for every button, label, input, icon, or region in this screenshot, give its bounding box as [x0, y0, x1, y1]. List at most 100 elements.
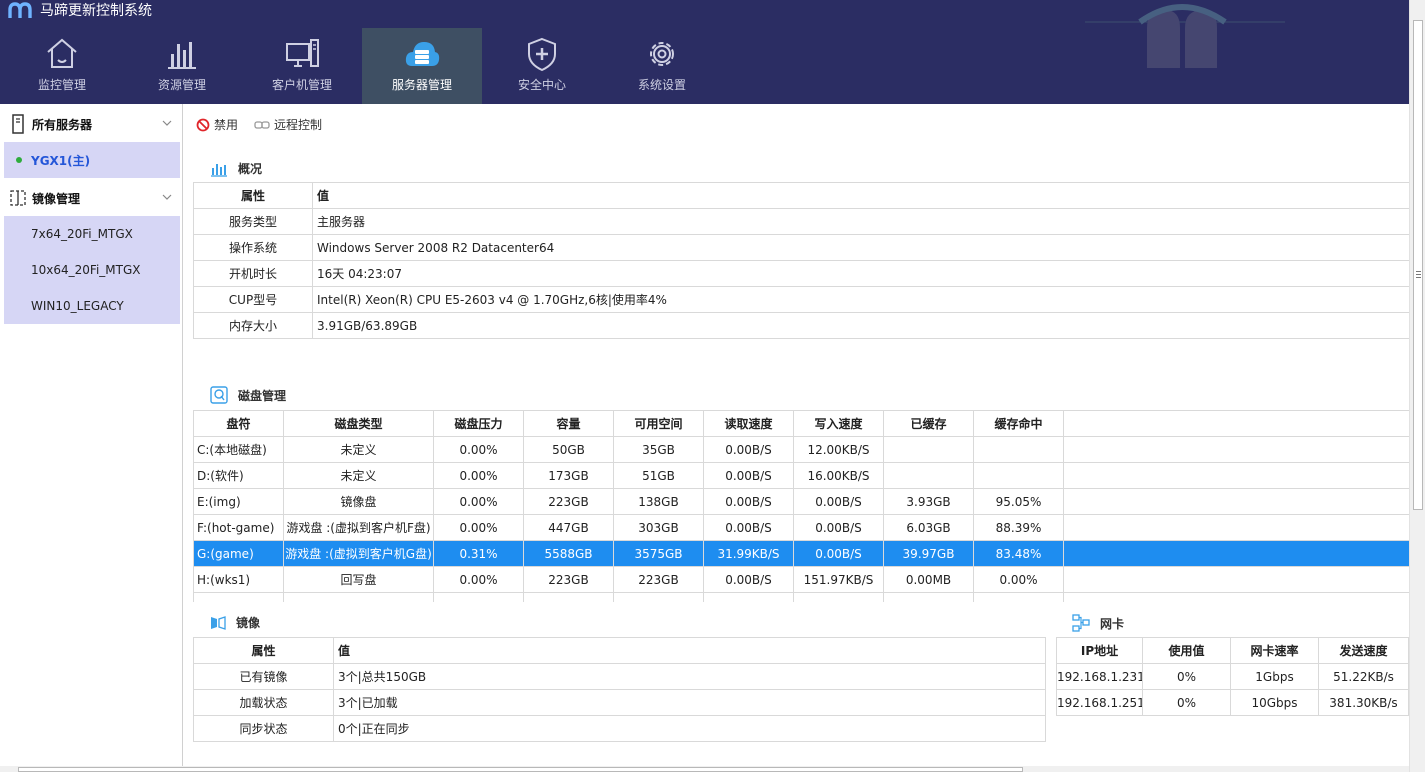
sidebar-item-server[interactable]: YGX1(主) [4, 142, 180, 178]
grip-line [1416, 277, 1421, 278]
table-row: CUP型号 Intel(R) Xeon(R) CPU E5-2603 v4 @ 1… [193, 286, 1410, 313]
nav-servers[interactable]: 服务器管理 [362, 28, 482, 104]
cell: 95.05% [973, 488, 1064, 515]
table-row[interactable]: E:(img) 镜像盘 0.00% 223GB 138GB 0.00B/S 0.00B/S 3… [193, 488, 1410, 515]
table-header-row: IP地址 使用值 网卡速率 发送速度 [1056, 637, 1409, 664]
header-cell: 使用值 [1142, 637, 1231, 664]
cell: 51GB [613, 462, 704, 489]
cell: 5588GB [523, 540, 614, 567]
cell: 0个|正在同步 [333, 715, 1046, 742]
cell: 88.39% [973, 514, 1064, 541]
chevron-down-icon[interactable] [162, 192, 172, 202]
header-cell[interactable]: 盘符 [193, 410, 284, 437]
gear-icon [650, 42, 674, 66]
cell: H:(wks1) [193, 566, 284, 593]
sidebar-item-image[interactable]: WIN10_LEGACY [4, 288, 180, 324]
disk-section-title: 磁盘管理 [210, 386, 286, 404]
header-cell[interactable]: 容量 [523, 410, 614, 437]
nav-security[interactable]: 安全中心 [482, 28, 602, 104]
cell: Windows Server 2008 R2 Datacenter64 [312, 234, 1410, 261]
header-cell[interactable]: 缓存命中 [973, 410, 1064, 437]
sidebar-group-servers[interactable]: 所有服务器 [0, 106, 182, 142]
cell [283, 592, 434, 602]
grip-line [1416, 271, 1421, 272]
table-row: 加载状态 3个|已加载 [193, 689, 1046, 716]
cell: 0.00% [973, 566, 1064, 593]
disk-table-viewport[interactable]: 盘符 磁盘类型 磁盘压力 容量 可用空间 读取速度 写入速度 已缓存 缓存命中 … [193, 410, 1410, 602]
nav-clients[interactable]: 客户机管理 [242, 28, 362, 104]
header-cell[interactable]: 写入速度 [793, 410, 884, 437]
cell: 0% [1142, 663, 1231, 690]
table-row-selected[interactable]: G:(game) 游戏盘 :(虚拟到客户机G盘) 0.31% 5588GB 3575GB… [193, 540, 1410, 567]
cell [1063, 514, 1410, 541]
background-decoration [1085, 4, 1285, 68]
cell: 303GB [613, 514, 704, 541]
sidebar-item-image[interactable]: 10x64_20Fi_MTGX [4, 252, 180, 288]
cell: 0.00B/S [793, 540, 884, 567]
cell: 151.97KB/S [793, 566, 884, 593]
sidebar-image-list: 7x64_20Fi_MTGX 10x64_20Fi_MTGX WIN10_LEG… [0, 216, 182, 324]
cell: 381.30KB/s [1318, 689, 1409, 716]
table-header-row: 属性 值 [193, 182, 1410, 209]
cell: 51.22KB/s [1318, 663, 1409, 690]
header-cell[interactable]: 磁盘类型 [283, 410, 434, 437]
sidebar-group-servers-label: 所有服务器 [32, 117, 93, 132]
cell: 192.168.1.251 [1056, 689, 1143, 716]
header-cell[interactable]: 读取速度 [703, 410, 794, 437]
cell: C:(本地磁盘) [193, 436, 284, 463]
sidebar-item-image-label: 10x64_20Fi_MTGX [31, 263, 141, 277]
disable-button-label: 禁用 [214, 118, 239, 132]
sidebar: 所有服务器 YGX1(主) 镜像管理 7x64_20Fi_MTGX 10x64_… [0, 104, 183, 772]
cell [613, 592, 704, 602]
cell: 16天 04:23:07 [312, 260, 1410, 287]
overview-table: 属性 值 服务类型 主服务器 操作系统 Windows Server 2008 R2… [193, 182, 1410, 339]
cell: 0.00% [433, 514, 524, 541]
table-row[interactable] [193, 592, 1410, 602]
cell [1063, 540, 1410, 567]
cell: 3个|总共150GB [333, 663, 1046, 690]
cell [883, 592, 974, 602]
header-cell[interactable]: 已缓存 [883, 410, 974, 437]
header-cell: 值 [312, 182, 1410, 209]
top-header: 马蹄更新控制系统 监控管理 资源管理 客户机管理 服务器管理 安全中心 系统设置 [0, 0, 1425, 104]
table-row[interactable]: H:(wks1) 回写盘 0.00% 223GB 223GB 0.00B/S 151.97K… [193, 566, 1410, 593]
title-bar: 马蹄更新控制系统 [8, 0, 152, 20]
table-row: 操作系统 Windows Server 2008 R2 Datacenter64 [193, 234, 1410, 261]
cell: 同步状态 [193, 715, 334, 742]
disable-button[interactable]: 禁用 [196, 116, 238, 133]
table-row[interactable]: F:(hot-game) 游戏盘 :(虚拟到客户机F盘) 0.00% 447GB 303… [193, 514, 1410, 541]
table-row[interactable]: C:(本地磁盘) 未定义 0.00% 50GB 35GB 0.00B/S 12.00KB/S [193, 436, 1410, 463]
table-row: 已有镜像 3个|总共150GB [193, 663, 1046, 690]
bar-chart-icon [211, 163, 227, 177]
cell: 39.97GB [883, 540, 974, 567]
header-cell[interactable]: 可用空间 [613, 410, 704, 437]
nav-settings[interactable]: 系统设置 [602, 28, 722, 104]
nav-monitor[interactable]: 监控管理 [2, 28, 122, 104]
cell: 447GB [523, 514, 614, 541]
cell [883, 462, 974, 489]
cell: 未定义 [283, 436, 434, 463]
cell [973, 592, 1064, 602]
cell: 操作系统 [193, 234, 313, 261]
chevron-down-icon[interactable] [162, 118, 172, 128]
cell [193, 592, 284, 602]
cell: 0.31% [433, 540, 524, 567]
cell: 50GB [523, 436, 614, 463]
vertical-scroll-thumb[interactable] [1413, 20, 1423, 510]
horizontal-scroll-thumb[interactable] [18, 767, 1023, 772]
sidebar-group-images[interactable]: 镜像管理 [0, 180, 182, 216]
bar-chart-icon [168, 42, 196, 69]
table-header-row: 盘符 磁盘类型 磁盘压力 容量 可用空间 读取速度 写入速度 已缓存 缓存命中 [193, 410, 1410, 437]
sidebar-item-image[interactable]: 7x64_20Fi_MTGX [4, 216, 180, 252]
header-cell[interactable]: 磁盘压力 [433, 410, 524, 437]
table-row[interactable]: D:(软件) 未定义 0.00% 173GB 51GB 0.00B/S 16.00KB/S [193, 462, 1410, 489]
remote-control-button[interactable]: 远程控制 [254, 116, 322, 133]
nav-clients-label: 客户机管理 [271, 78, 332, 92]
cell: 83.48% [973, 540, 1064, 567]
cell [703, 592, 794, 602]
nav-resources[interactable]: 资源管理 [122, 28, 242, 104]
cell [523, 592, 614, 602]
horizontal-scrollbar[interactable] [0, 766, 1409, 772]
cell: 0.00MB [883, 566, 974, 593]
vertical-scrollbar[interactable] [1409, 0, 1425, 772]
